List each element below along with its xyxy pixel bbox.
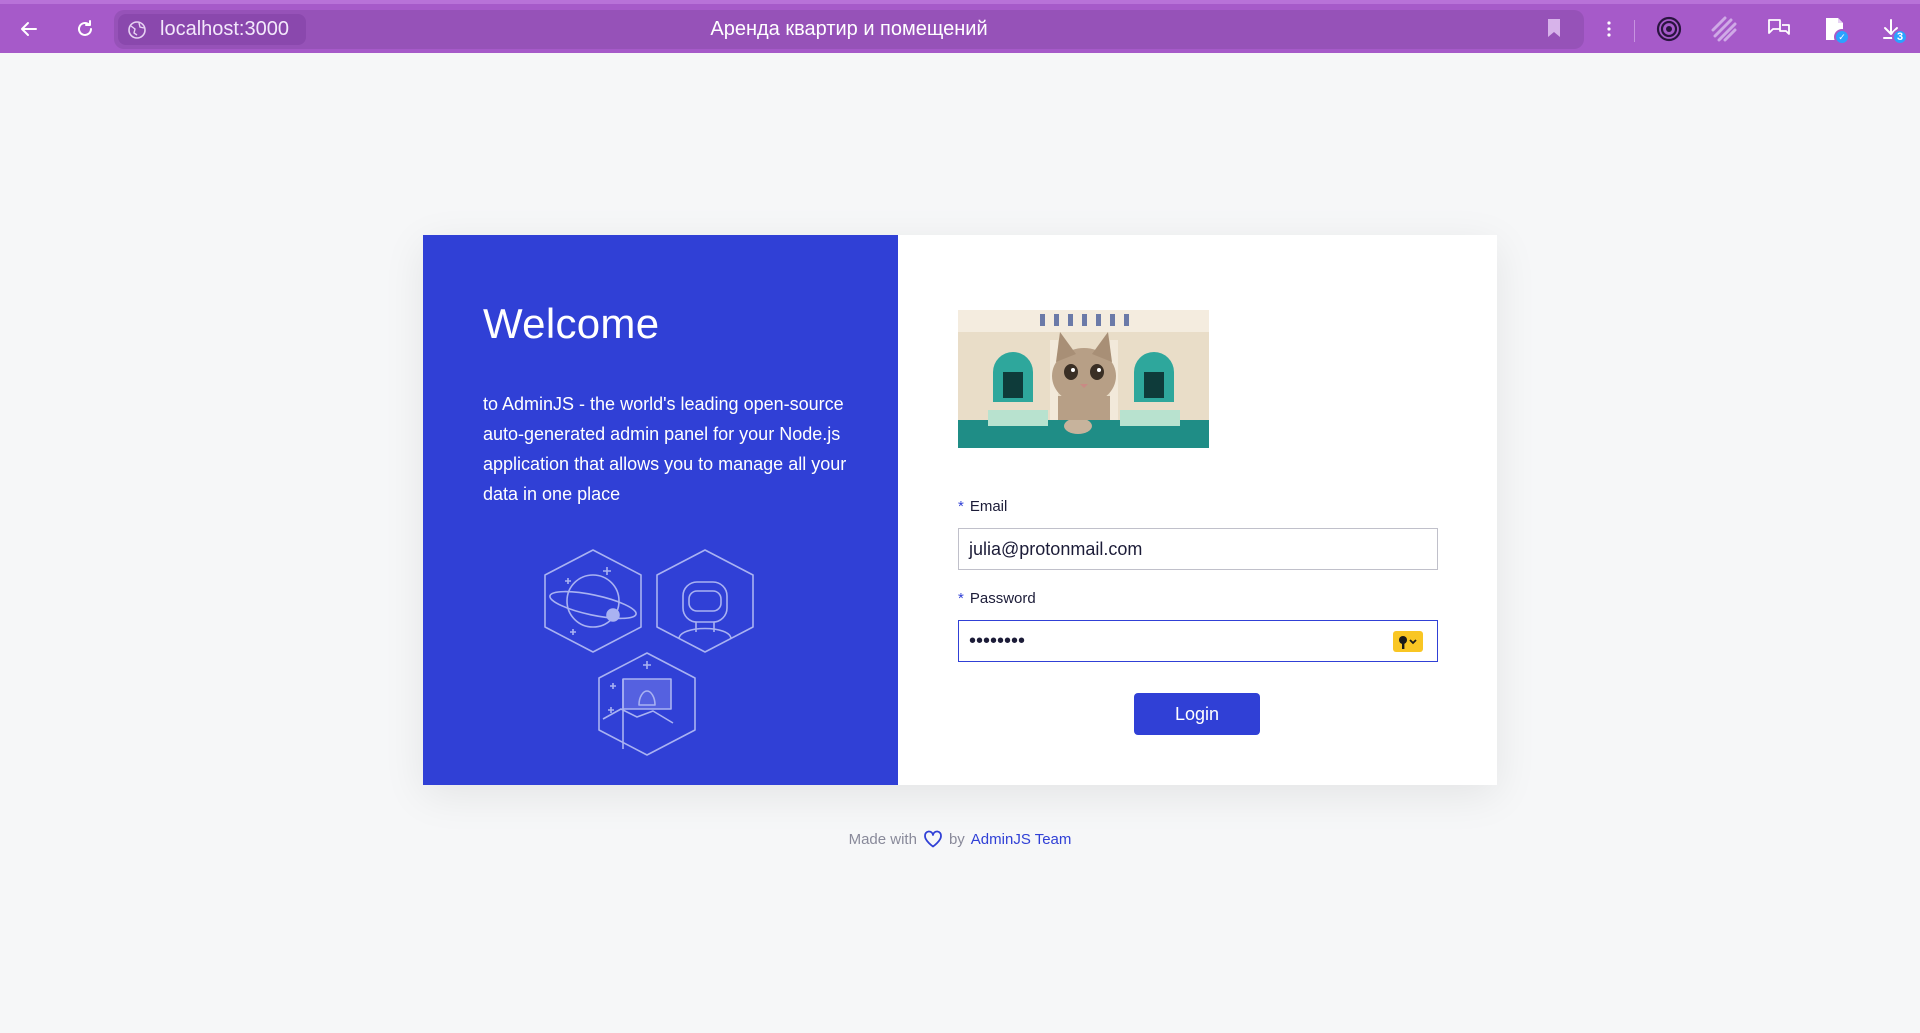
kitten-logo — [958, 310, 1209, 448]
downloads-count-badge: 3 — [1892, 29, 1908, 45]
email-field[interactable]: julia@protonmail.com — [958, 528, 1438, 570]
check-badge-icon: ✓ — [1834, 29, 1850, 45]
address-bar[interactable]: localhost:3000 Аренда квартир и помещени… — [114, 10, 1584, 49]
login-form-panel: * Email julia@protonmail.com * Password ••… — [898, 235, 1497, 785]
password-manager-key-icon[interactable] — [1393, 631, 1423, 652]
footer: Made with by AdminJS Team — [0, 830, 1920, 848]
extension-icon[interactable]: ✓ — [1822, 16, 1850, 45]
target-icon[interactable] — [1656, 16, 1682, 42]
bookmark-icon[interactable] — [1546, 18, 1566, 40]
downloads-icon[interactable]: 3 — [1878, 16, 1908, 45]
login-card: Welcome to AdminJS - the world's leading… — [423, 235, 1497, 785]
password-label-text: Password — [969, 590, 1036, 607]
welcome-title: Welcome — [483, 300, 660, 347]
heart-icon — [923, 830, 943, 848]
by-text: by — [948, 830, 965, 848]
password-value: •••••••• — [969, 630, 1026, 652]
required-mark: * — [958, 498, 964, 515]
browser-toolbar: localhost:3000 Аренда квартир и помещени… — [0, 0, 1920, 53]
reload-icon[interactable] — [72, 16, 98, 42]
adminjs-team-link[interactable]: AdminJS Team — [971, 831, 1072, 848]
required-mark: * — [958, 590, 964, 607]
login-button[interactable]: Login — [1134, 693, 1260, 735]
stripes-icon[interactable] — [1711, 16, 1737, 42]
made-with-text: Made with — [848, 830, 917, 848]
tab-title: Аренда квартир и помещений — [710, 18, 988, 40]
toolbar-separator — [1634, 20, 1635, 42]
astronaut-illustration — [544, 549, 754, 756]
password-field[interactable]: •••••••• — [958, 620, 1438, 662]
menu-dots-icon[interactable] — [1596, 16, 1622, 42]
email-label: * Email — [958, 498, 1007, 515]
chat-icon[interactable] — [1766, 16, 1792, 42]
email-value: julia@protonmail.com — [969, 538, 1143, 559]
welcome-panel: Welcome to AdminJS - the world's leading… — [423, 235, 898, 785]
email-label-text: Email — [969, 498, 1008, 515]
back-icon[interactable] — [16, 16, 42, 42]
welcome-text: to AdminJS - the world's leading open-so… — [483, 394, 847, 504]
password-label: * Password — [958, 590, 1036, 607]
